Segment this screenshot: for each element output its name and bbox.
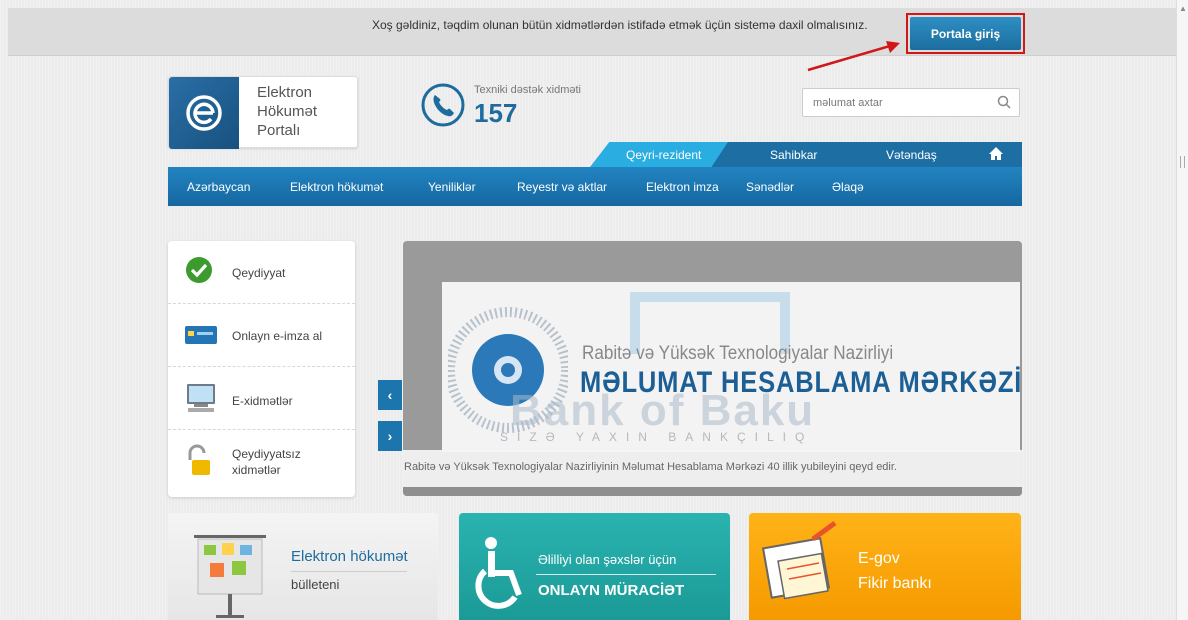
tab-citizen[interactable]: Vətəndaş: [886, 148, 937, 162]
nav-e-government[interactable]: Elektron hökumət: [290, 180, 383, 194]
slide-caption[interactable]: Rabitə və Yüksək Texnologiyalar Nazirliy…: [404, 461, 897, 473]
support-number[interactable]: 157: [474, 98, 517, 129]
nav-azerbaijan[interactable]: Azərbaycan: [187, 180, 250, 194]
quick-link-label-line-1: Qeydiyyatsız: [232, 447, 301, 461]
portal-login-button[interactable]: Portala giriş: [910, 17, 1021, 50]
watermark-text: Bank of Baku: [510, 386, 816, 435]
bulletin-board-icon: [194, 535, 266, 618]
scroll-grip-icon[interactable]: [1180, 156, 1185, 168]
support-label: Texniki dəstək xidməti: [474, 84, 581, 96]
scrollbar[interactable]: ▲: [1176, 0, 1188, 620]
tab-entrepreneur[interactable]: Sahibkar: [770, 148, 817, 162]
egov-title[interactable]: E-gov: [858, 550, 900, 568]
quick-link-label: E-xidmətlər: [232, 394, 293, 408]
quick-link-e-signature[interactable]: Onlayn e-imza al: [168, 304, 355, 367]
red-arrow-icon: [807, 41, 900, 72]
quick-link-label: Onlayn e-imza al: [232, 329, 323, 343]
nav-e-signature[interactable]: Elektron imza: [646, 180, 719, 194]
phone-icon: [421, 83, 465, 127]
chevron-right-icon: ›: [387, 428, 393, 444]
tab-non-resident[interactable]: Qeyri-rezident: [626, 148, 701, 162]
notebook-icon: [761, 521, 837, 600]
computer-icon: [187, 384, 215, 412]
welcome-message: Xoş gəldiniz, təqdim olunan bütün xidmət…: [372, 18, 868, 32]
scroll-up-icon[interactable]: ▲: [1179, 4, 1187, 13]
bulletin-card[interactable]: [168, 513, 438, 620]
quick-links-panel: Qeydiyyat Onlayn e-imza al E-xidmətlər Q…: [168, 241, 355, 497]
watermark-subtext: SİZƏ YAXIN BANKÇILIQ: [500, 430, 814, 444]
check-icon: [186, 257, 212, 283]
chevron-left-icon: ‹: [387, 387, 393, 403]
egov-subtitle[interactable]: Fikir bankı: [858, 575, 932, 593]
nav-news[interactable]: Yeniliklər: [428, 180, 476, 194]
quick-link-registration[interactable]: Qeydiyyat: [168, 241, 355, 304]
home-icon[interactable]: [988, 146, 1004, 161]
nav-contact[interactable]: Əlaqə: [832, 180, 864, 194]
search-input[interactable]: [813, 93, 983, 113]
unlock-icon: [188, 444, 210, 475]
quick-link-label: Qeydiyyatsız xidmətlər: [232, 446, 301, 478]
e-logo-icon: [169, 77, 239, 149]
logo-line-3: Portalı: [257, 122, 301, 139]
accessibility-title[interactable]: Əlilliyi olan şəxslər üçün: [538, 552, 676, 567]
logo-line-1: Elektron: [257, 84, 313, 101]
quick-link-unregistered-services[interactable]: Qeydiyyatsız xidmətlər: [168, 430, 355, 493]
search-box: [802, 88, 1020, 117]
logo-text: Elektron Hökumət Portalı: [257, 83, 317, 140]
accessibility-subtitle[interactable]: ONLAYN MÜRACİƏT: [538, 582, 684, 599]
card-icon: [185, 326, 217, 344]
slider-next-button[interactable]: ›: [378, 421, 402, 451]
quick-link-label-line-2: xidmətlər: [232, 463, 281, 477]
quick-link-e-services[interactable]: E-xidmətlər: [168, 367, 355, 430]
nav-registry[interactable]: Reyestr və aktlar: [517, 180, 607, 194]
quick-link-label: Qeydiyyat: [232, 266, 286, 280]
slide-ministry-text: Rabitə və Yüksək Texnologiyalar Nazirliy…: [582, 343, 894, 364]
bulletin-subtitle[interactable]: bülleteni: [291, 577, 339, 592]
slider-bottom-bar: [403, 487, 1022, 496]
accessibility-divider: [536, 574, 716, 575]
bulletin-title[interactable]: Elektron hökumət: [291, 548, 408, 565]
nav-documents[interactable]: Sənədlər: [746, 180, 794, 194]
bulletin-divider: [291, 571, 407, 572]
wheelchair-icon: [475, 537, 522, 609]
logo-line-2: Hökumət: [257, 103, 318, 120]
portal-logo[interactable]: Elektron Hökumət Portalı: [168, 76, 358, 149]
slider-prev-button[interactable]: ‹: [378, 380, 402, 410]
search-icon[interactable]: [997, 95, 1011, 109]
